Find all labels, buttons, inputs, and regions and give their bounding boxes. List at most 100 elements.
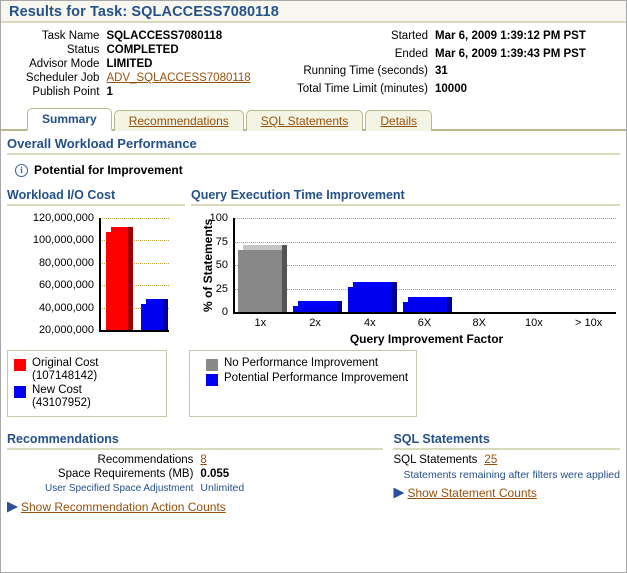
legend-item: New Cost (43107952) — [14, 384, 158, 410]
sql-statements-heading: SQL Statements — [393, 427, 620, 450]
bar-side — [337, 301, 342, 312]
show-recommendation-action-counts[interactable]: Show Recommendation Action Counts — [7, 495, 383, 514]
tab-label[interactable]: Recommendations — [129, 114, 229, 128]
legend-swatch-potential-improvement — [206, 374, 218, 386]
sql-statements-table: SQL Statements 25 — [393, 453, 497, 467]
detail-row-running-time: Running Time (seconds) 31 — [297, 64, 586, 82]
bar-side — [128, 227, 133, 330]
query-execution-title: Query Execution Time Improvement — [191, 183, 620, 206]
legend-detail: (107148142) — [32, 370, 97, 382]
detail-value: Mar 6, 2009 1:39:12 PM PST — [435, 29, 586, 47]
row-value: Unlimited — [200, 481, 244, 495]
tab-details[interactable]: Details — [365, 110, 432, 131]
recommendations-heading: Recommendations — [7, 427, 383, 450]
bar — [238, 250, 282, 312]
detail-label: Publish Point — [9, 85, 106, 99]
space-requirements-row: Space Requirements (MB) 0.055 — [45, 467, 244, 481]
tab-bar: Summary Recommendations SQL Statements D… — [1, 107, 626, 131]
row-value: 25 — [484, 453, 497, 467]
sql-statements-count-link[interactable]: 25 — [484, 454, 497, 466]
row-value: 8 — [200, 453, 244, 467]
x-axis-tick-label: 8X — [472, 317, 485, 329]
detail-value: Mar 6, 2009 1:39:43 PM PST — [435, 47, 586, 65]
legend-label: New Cost (43107952) — [32, 384, 91, 410]
bar-face — [141, 304, 163, 330]
legend-label: No Performance Improvement — [224, 357, 378, 370]
tab-summary[interactable]: Summary — [27, 108, 112, 131]
tab-recommendations[interactable]: Recommendations — [114, 110, 244, 131]
y-axis-tick-label: 60,000,000 — [39, 279, 94, 291]
show-recommendation-action-counts-link[interactable]: Show Recommendation Action Counts — [21, 500, 226, 514]
show-statement-counts-link[interactable]: Show Statement Counts — [407, 486, 536, 500]
gridline — [233, 242, 616, 243]
legend-item: Potential Performance Improvement — [206, 372, 408, 386]
bar-face — [403, 302, 447, 312]
x-axis-line — [99, 330, 169, 332]
y-axis-line — [233, 218, 235, 312]
legend-text: New Cost — [32, 384, 82, 396]
bottom-sections: Recommendations Recommendations 8 Space … — [1, 417, 626, 514]
row-label: Space Requirements (MB) — [45, 467, 200, 481]
x-axis-line — [233, 312, 616, 314]
detail-value: LIMITED — [106, 57, 281, 71]
bar — [403, 302, 447, 312]
detail-label: Ended — [297, 47, 435, 65]
detail-row-scheduler-job: Scheduler Job ADV_SQLACCESS7080118 — [9, 71, 281, 85]
detail-value: 31 — [435, 64, 586, 82]
page-title: Results for Task: SQLACCESS7080118 — [9, 4, 279, 20]
results-page: Results for Task: SQLACCESS7080118 Task … — [0, 0, 627, 573]
detail-label: Total Time Limit (minutes) — [297, 82, 435, 100]
row-label: User Specified Space Adjustment — [45, 481, 200, 495]
workload-io-cost-legend: Original Cost (107148142) New Cost (4310… — [7, 350, 167, 417]
workload-io-cost-title: Workload I/O Cost — [7, 183, 185, 206]
detail-value: 10000 — [435, 82, 586, 100]
query-execution-legend: No Performance Improvement Potential Per… — [189, 350, 417, 417]
user-specified-space-adjustment-row: User Specified Space Adjustment Unlimite… — [45, 481, 244, 495]
task-details-left-column: Task Name SQLACCESS7080118 Status COMPLE… — [9, 29, 281, 99]
bar-top — [243, 245, 287, 250]
bar-face — [106, 232, 128, 330]
y-axis-tick-label: 80,000,000 — [39, 257, 94, 269]
row-label: Recommendations — [45, 453, 200, 467]
detail-label: Started — [297, 29, 435, 47]
scheduler-job-link[interactable]: ADV_SQLACCESS7080118 — [106, 72, 250, 84]
y-axis-tick-label: 100,000,000 — [33, 234, 94, 246]
y-axis-tick-label: 75 — [216, 236, 228, 248]
sql-statements-count-row: SQL Statements 25 — [393, 453, 497, 467]
bar — [348, 287, 392, 312]
bar — [106, 232, 128, 330]
recommendations-count-link[interactable]: 8 — [200, 454, 206, 466]
workload-io-cost-plot: 120,000,000 100,000,000 80,000,000 60,000,0… — [7, 214, 185, 332]
x-axis-tick-label: > 10x — [575, 317, 602, 329]
legends-row: Original Cost (107148142) New Cost (4310… — [1, 346, 626, 417]
tab-sql-statements[interactable]: SQL Statements — [246, 110, 364, 131]
bar-top — [353, 282, 397, 287]
potential-for-improvement-status: i Potential for Improvement — [1, 155, 626, 183]
bar-side — [392, 282, 397, 312]
bar-top — [408, 297, 452, 302]
bar-face — [293, 306, 337, 312]
info-icon: i — [15, 164, 28, 177]
detail-label: Status — [9, 43, 106, 57]
gridline — [99, 218, 169, 219]
gridline — [233, 289, 616, 290]
page-title-bar: Results for Task: SQLACCESS7080118 — [1, 1, 626, 23]
y-axis-tick-label: 20,000,000 — [39, 324, 94, 336]
detail-value: COMPLETED — [106, 43, 281, 57]
detail-value: SQLACCESS7080118 — [106, 29, 281, 43]
x-axis-title: Query Improvement Factor — [233, 332, 620, 346]
legend-swatch-no-improvement — [206, 359, 218, 371]
detail-row-ended: Ended Mar 6, 2009 1:39:43 PM PST — [297, 47, 586, 65]
detail-label: Running Time (seconds) — [297, 64, 435, 82]
recommendations-section: Recommendations Recommendations 8 Space … — [7, 427, 383, 514]
status-badge: Potential for Improvement — [34, 163, 183, 177]
show-statement-counts[interactable]: Show Statement Counts — [393, 481, 620, 500]
gridline — [233, 265, 616, 266]
y-axis-title: % of Statements — [201, 219, 215, 312]
tab-label: Summary — [42, 112, 97, 126]
y-axis-tick-label: 120,000,000 — [33, 212, 94, 224]
tab-label[interactable]: Details — [380, 114, 417, 128]
query-execution-plot: 02550751001x2x4x6X8X10x> 10x% of Stateme… — [191, 214, 620, 332]
row-value: 0.055 — [200, 467, 244, 481]
tab-label[interactable]: SQL Statements — [261, 114, 349, 128]
